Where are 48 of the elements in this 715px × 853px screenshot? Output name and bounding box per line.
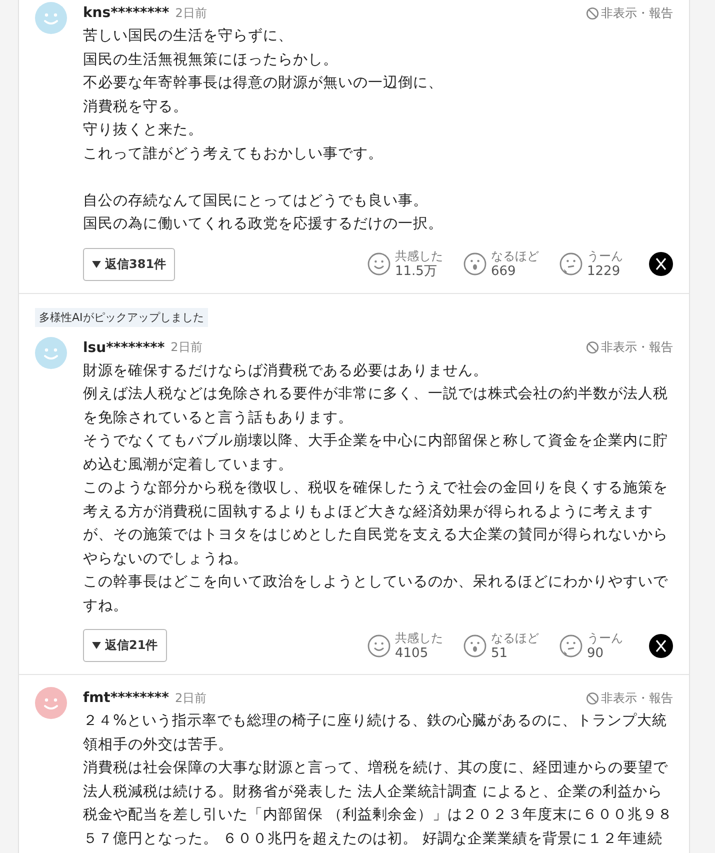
user-name[interactable]: lsu******** <box>83 340 165 356</box>
comment-line: 自公の存続なんて国民にとってはどうでも良い事。 <box>83 190 429 210</box>
comment-line: 国民の生活無視無策にほったらかし。 <box>83 50 339 70</box>
replies-button[interactable]: 返信21件 <box>83 629 167 662</box>
reaction-button[interactable]: 共感した 4105 <box>367 630 445 660</box>
reaction-button[interactable]: 共感した 11.5万 <box>367 249 445 279</box>
reaction-button[interactable]: うーん 1229 <box>559 249 637 279</box>
comment-line: このような部分から税を徴収し、税収を確保したうえで社会の金回りを良くする施策を考える方が消費税に固執するよりもよほど大きな経済効果が得られるように考えますが、その施策ではトヨタをはじめとした自民党を支える大企業の賛同が得られないからやらないのでしょうね。 <box>83 478 669 568</box>
reaction-button[interactable]: なるほど 669 <box>463 249 541 279</box>
comment-line: これって誰がどう考えてもおかしい事です。 <box>83 144 384 164</box>
comment-line: 財源を確保するだけならば消費税である必要はありません。 <box>83 360 489 380</box>
comment-line: 消費税は社会保障の大事な財源と言って、増税を続け、其の度に、経団連からの要望で法人税減税は続ける。財務省が発表した 法人企業統計調査 によると、企業の利益から税金や配当を差し引いた「内部留保 （利益剰余金）」は２０２３年度末に６００兆９８５７億円となった。 ６００兆円を超えたのは初。 好調な企業業績を背景に１２年連続 <box>83 758 673 848</box>
caret-icon <box>92 260 101 268</box>
comment-line: 消費税を守る。 <box>83 96 189 116</box>
hide-report-link[interactable]: 非表示・報告 <box>586 4 673 22</box>
post-time: 2日前 <box>170 339 202 356</box>
post-time: 2日前 <box>175 4 207 22</box>
comment-line: そうでなくてもバブル崩壊以降、大手企業を中心に内部留保と称して資金を企業内に貯め込む風潮が定着しています。 <box>83 431 669 474</box>
face-icon <box>559 634 583 658</box>
comment-line: 不必要な年寄幹事長は得意の財源が無いの一辺倒に、 <box>83 73 444 93</box>
comment-line: この幹事長はどこを向いて政治をしようとしているのか、呆れるほどにわかりやすいですね。 <box>83 572 669 616</box>
pickup-badge: 多様性AIがピックアップしました <box>35 308 208 326</box>
post-time: 2日前 <box>174 690 207 706</box>
face-icon <box>463 634 487 658</box>
reaction-button[interactable]: なるほど 51 <box>463 630 541 660</box>
face-icon <box>559 252 583 276</box>
block-icon <box>586 341 599 354</box>
face-icon <box>463 252 487 276</box>
x-logo-icon <box>649 634 673 658</box>
caret-icon <box>92 642 101 649</box>
face-icon <box>367 252 391 276</box>
share-x-button[interactable] <box>649 252 673 276</box>
share-x-button[interactable] <box>649 634 673 658</box>
hide-report-link[interactable]: 非表示・報告 <box>586 339 673 356</box>
user-name[interactable]: kns******** <box>83 5 170 21</box>
comment-line: 苦しい国民の生活を守らずに、 <box>83 26 294 46</box>
block-icon <box>586 6 599 20</box>
reaction-button[interactable]: うーん 90 <box>559 630 637 660</box>
comment-line: 例えば法人税などは免除される要件が非常に多く、一説では株式会社の約半数が法人税を免除されていると言う話もあります。 <box>83 384 669 428</box>
x-logo-icon <box>649 252 673 276</box>
user-name[interactable]: fmt******** <box>83 690 169 706</box>
comment-line: 国民の為に働いてくれる政党を応援するだけの一択。 <box>83 214 444 234</box>
hide-report-link[interactable]: 非表示・報告 <box>586 690 673 706</box>
comment-line: 守り抜くと来た。 <box>83 120 204 140</box>
replies-button[interactable]: 返信381件 <box>83 248 176 280</box>
comment-line: ２４%という指示率でも総理の椅子に座り続ける、鉄の心臓があるのに、トランプ大統領相手の外交は苦手。 <box>83 711 668 754</box>
block-icon <box>586 692 599 704</box>
face-icon <box>367 634 391 658</box>
